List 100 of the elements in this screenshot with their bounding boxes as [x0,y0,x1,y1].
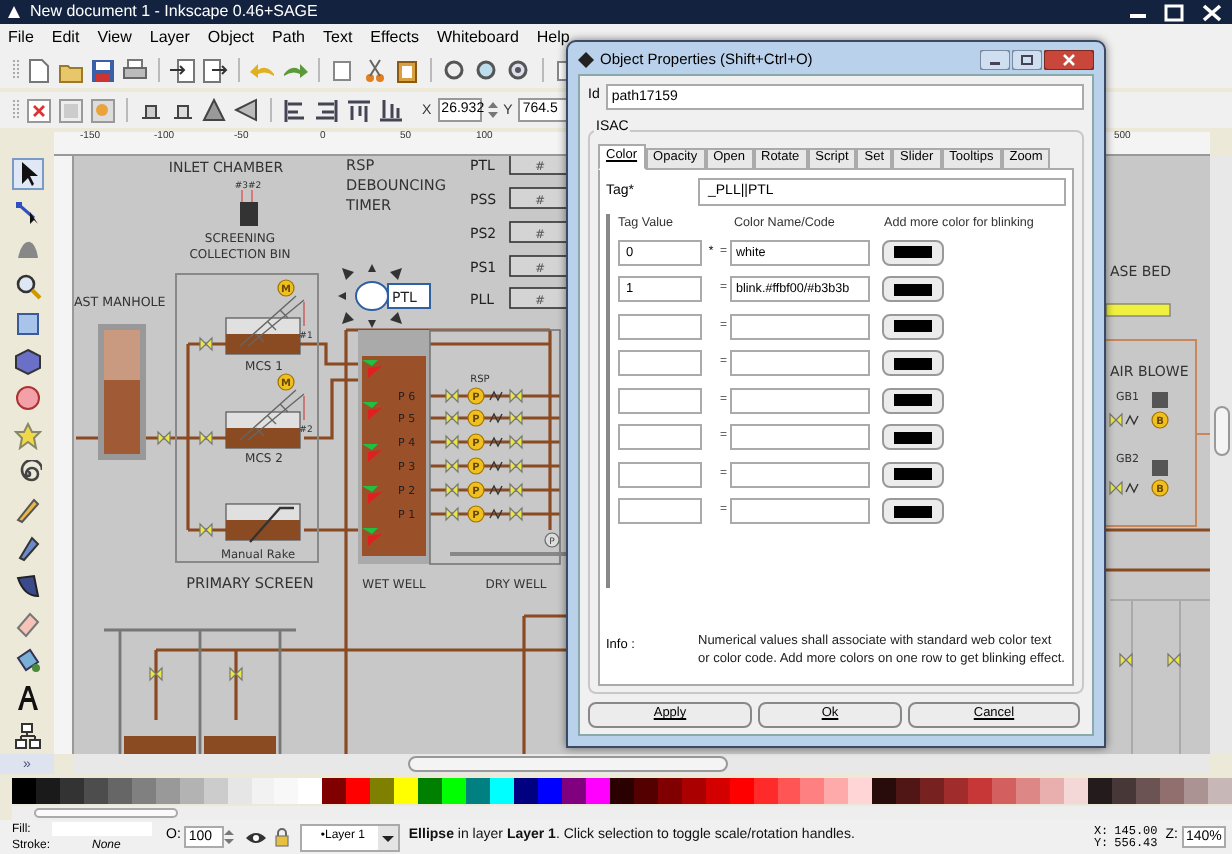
color-name-field[interactable] [730,424,870,451]
tag-value-field[interactable] [618,461,702,488]
scrollbar-thumb[interactable] [408,756,728,772]
menu-item[interactable]: Help [536,30,570,46]
ellipse-shape[interactable] [355,281,389,311]
color-swatch[interactable] [896,778,921,804]
color-swatch[interactable] [251,778,275,804]
color-button[interactable] [882,387,944,414]
color-name-field[interactable] [730,498,870,525]
circle-icon[interactable] [14,384,42,413]
color-swatch[interactable] [1016,778,1040,804]
align-icon[interactable] [346,97,372,123]
close-square-icon[interactable] [26,97,52,123]
color-name-field[interactable] [730,461,870,488]
caret-icon[interactable] [378,825,399,849]
color-swatch[interactable] [466,778,491,804]
color-swatch[interactable] [131,778,156,804]
color-swatch[interactable] [1135,778,1160,804]
color-swatch[interactable] [370,778,395,804]
vertical-scrollbar[interactable] [1210,156,1232,754]
cube-icon[interactable] [14,347,42,376]
zoom-icon[interactable] [442,57,468,83]
menu-item[interactable]: File [8,30,34,46]
text-tool-icon[interactable] [14,684,42,713]
color-swatch[interactable] [753,778,777,804]
color-swatch[interactable] [800,778,825,804]
color-name-field[interactable] [730,350,870,377]
color-swatch[interactable] [1039,778,1064,804]
color-swatch[interactable] [872,778,897,804]
color-swatch[interactable] [227,778,252,804]
color-button[interactable] [882,276,944,303]
calligraphy-icon[interactable] [14,571,42,600]
zoom-icon[interactable] [474,57,500,83]
tag-value-field[interactable] [618,350,702,377]
color-button[interactable] [882,350,944,377]
color-swatch[interactable] [657,778,682,804]
horizontal-scrollbar[interactable] [74,754,1210,774]
menu-item[interactable]: Path [272,30,305,46]
spinner-icon[interactable] [487,98,498,122]
color-swatch[interactable] [824,778,849,804]
color-swatch[interactable] [1111,778,1136,804]
color-swatch[interactable] [35,778,60,804]
color-swatch[interactable] [1183,778,1208,804]
color-name-field[interactable] [730,313,870,340]
color-swatch[interactable] [537,778,562,804]
tag-value-field[interactable] [618,498,702,525]
color-button[interactable] [882,461,944,488]
color-swatch[interactable] [12,778,36,804]
pen-icon[interactable] [14,534,42,563]
tag-value-field[interactable] [618,387,702,414]
tag-value-field[interactable] [618,424,702,451]
menu-item[interactable]: Object [207,30,255,46]
color-swatch[interactable] [992,778,1017,804]
cut-icon[interactable] [362,57,388,83]
color-swatch[interactable] [442,778,467,804]
tag-value-field[interactable] [618,313,702,340]
color-swatch[interactable] [179,778,204,804]
color-button[interactable] [882,239,944,266]
color-swatch[interactable] [585,778,610,804]
align-icon[interactable] [314,97,340,123]
pencil-icon[interactable] [14,496,42,525]
color-swatch[interactable] [920,778,945,804]
minimize-icon[interactable] [980,50,1010,70]
star-icon[interactable] [14,422,42,451]
color-button[interactable] [882,313,944,340]
lock-icon[interactable] [274,827,291,847]
color-swatch[interactable] [848,778,873,804]
pointer-icon[interactable] [14,160,42,188]
color-swatch[interactable] [322,778,347,804]
close-icon[interactable] [1044,50,1094,70]
color-swatch[interactable] [155,778,180,804]
menu-item[interactable]: Effects [370,30,419,46]
menu-item[interactable]: Edit [51,30,80,46]
menu-item[interactable]: Layer [149,30,190,46]
printer-icon[interactable] [122,57,148,83]
new-document-icon[interactable] [26,57,52,83]
color-swatch[interactable] [394,778,419,804]
color-swatch[interactable] [274,778,299,804]
eye-icon[interactable] [246,829,267,845]
color-swatch[interactable] [777,778,801,804]
node-icon[interactable] [14,197,42,226]
scrollbar-thumb[interactable] [1214,406,1230,456]
picture-frame-icon[interactable] [90,97,116,123]
color-swatch[interactable] [1207,778,1232,804]
maximize-icon[interactable] [1012,50,1042,70]
palette-scrollbar[interactable] [12,806,1232,820]
color-swatch[interactable] [418,778,443,804]
color-button[interactable] [882,498,944,525]
eraser-icon[interactable] [14,609,42,638]
scrollbar-thumb[interactable] [34,808,178,818]
save-icon[interactable] [90,57,116,83]
color-swatch[interactable] [107,778,132,804]
color-swatch[interactable] [1063,778,1088,804]
color-swatch[interactable] [944,778,969,804]
paste-icon[interactable] [394,57,420,83]
connector-icon[interactable] [14,721,42,750]
export-icon[interactable] [202,57,228,83]
color-swatch[interactable] [968,778,993,804]
page-icon[interactable] [58,97,84,123]
color-button[interactable] [882,424,944,451]
